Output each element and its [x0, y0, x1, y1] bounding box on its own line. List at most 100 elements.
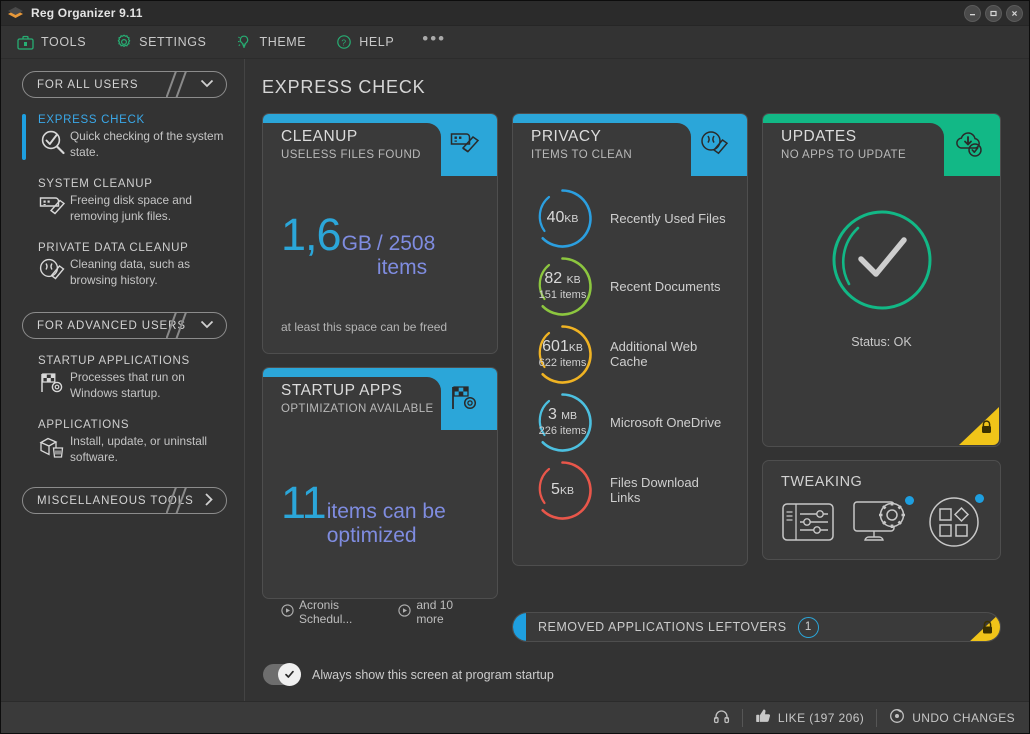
magnifier-check-icon [38, 129, 70, 159]
chevron-down-icon [200, 320, 214, 332]
toolbar-item-help[interactable]: ? HELP [334, 34, 408, 50]
startup-foot-label-1: Acronis Schedul... [299, 598, 353, 626]
sidebar-item-express-check[interactable]: EXPRESS CHECK Quick checking of the syst… [1, 108, 244, 170]
card-privacy[interactable]: PRIVACY ITEMS TO CLEAN 40KB Recently Use… [512, 113, 748, 566]
privacy-row[interactable]: 82 KB 151 items Recent Documents [531, 252, 729, 320]
notification-dot [905, 496, 914, 505]
ring-items: 622 items [538, 356, 587, 369]
column-privacy: PRIVACY ITEMS TO CLEAN 40KB Recently Use… [512, 113, 748, 566]
maximize-button[interactable] [985, 5, 1002, 22]
cloud-download-check-icon [952, 130, 986, 165]
updates-status: Status: OK [851, 335, 912, 349]
startup-toggle[interactable] [263, 663, 301, 686]
undo-label: UNDO CHANGES [912, 710, 1015, 725]
sidebar-group-misc-tools[interactable]: MISCELLANEOUS TOOLS [22, 487, 227, 514]
status-bar: LIKE (197 206) UNDO CHANGES [1, 701, 1029, 733]
privacy-row-label: Recently Used Files [610, 210, 726, 226]
broom-privacy-icon [699, 130, 733, 165]
sidebar-item-desc: Install, update, or uninstall software. [70, 434, 208, 464]
corner-triangle [959, 407, 999, 445]
removed-applications-leftovers-bar[interactable]: REMOVED APPLICATIONS LEFTOVERS 1 [512, 612, 1001, 642]
ring-value: 5KB [551, 480, 574, 498]
toolbar-overflow-button[interactable]: ••• [422, 30, 446, 50]
close-button[interactable] [1006, 5, 1023, 22]
leftovers-label: REMOVED APPLICATIONS LEFTOVERS [538, 620, 787, 634]
svg-text:?: ? [342, 38, 347, 48]
sidebar-item-startup-applications[interactable]: STARTUP APPLICATIONS Processes that run … [1, 349, 244, 411]
privacy-row[interactable]: 601KB 622 items Additional Web Cache [531, 320, 729, 388]
card-updates[interactable]: UPDATES NO APPS TO UPDATE Status: OK [762, 113, 1001, 447]
startup-caption: items can be optimized [326, 500, 446, 547]
privacy-row[interactable]: 40KB Recently Used Files [531, 184, 729, 252]
card-startup-apps[interactable]: STARTUP APPS OPTIMIZATION AVAILABLE 11 i… [262, 367, 498, 626]
card-header-cleanup: CLEANUP USELESS FILES FOUND [263, 114, 497, 176]
ring-indicator: 601KB 622 items [531, 323, 594, 386]
ring-value: 40KB [546, 208, 579, 226]
privacy-row[interactable]: 5KB Files Download Links [531, 456, 729, 524]
minimize-button[interactable] [964, 5, 981, 22]
active-indicator [22, 114, 26, 160]
shapes-circle-icon[interactable] [928, 494, 984, 553]
card-body-cleanup: 1,6 GB / 2508 items at least this space … [263, 176, 497, 348]
play-circle-icon [398, 604, 411, 620]
card-tweaking[interactable]: TWEAKING [762, 460, 1001, 560]
status-separator [741, 708, 743, 727]
sidebar-item-private-data-cleanup[interactable]: PRIVATE DATA CLEANUP Cleaning data, such… [1, 236, 244, 298]
sidebar-item-system-cleanup[interactable]: SYSTEM CLEANUP Freeing disk space and re… [1, 172, 244, 234]
column-cleanup: CLEANUP USELESS FILES FOUND 1,6 GB / 250… [262, 113, 498, 626]
toggle-knob [278, 663, 301, 686]
ring-indicator: 3 MB 226 items [531, 391, 594, 454]
gear-icon [116, 34, 132, 50]
privacy-row[interactable]: 3 MB 226 items Microsoft OneDrive [531, 388, 729, 456]
card-cleanup[interactable]: CLEANUP USELESS FILES FOUND 1,6 GB / 250… [262, 113, 498, 354]
tweaking-title: TWEAKING [781, 474, 863, 490]
chevron-down-icon [200, 79, 214, 91]
column-updates: UPDATES NO APPS TO UPDATE Status: OK TWE… [762, 113, 1001, 560]
flag-gear-icon [38, 370, 70, 400]
sidebar-item-desc: Cleaning data, such as browsing history. [70, 257, 191, 287]
app-logo-icon [7, 5, 24, 22]
lightbulb-icon [236, 34, 252, 50]
card-title: CLEANUP [281, 128, 358, 145]
card-subtitle: OPTIMIZATION AVAILABLE [281, 403, 434, 415]
startup-foot-label-2: and 10 more [416, 598, 454, 626]
main-content: EXPRESS CHECK CLEANUP USELESS FILES FOUN… [245, 59, 1029, 701]
card-body-updates: Status: OK [763, 176, 1000, 371]
sidebar-item-applications[interactable]: APPLICATIONS Install, update, or uninsta… [1, 413, 244, 475]
sidebar-group-for-advanced-users[interactable]: FOR ADVANCED USERS [22, 312, 227, 339]
toolbar-item-settings[interactable]: SETTINGS [114, 34, 220, 50]
toolbar-label-theme: THEME [259, 35, 307, 49]
card-title: UPDATES [781, 128, 857, 145]
sidebar-item-title: PRIVATE DATA CLEANUP [38, 242, 189, 254]
sliders-panel-icon[interactable] [781, 499, 836, 550]
sidebar-item-desc: Quick checking of the system state. [70, 129, 224, 159]
ring-items: 226 items [538, 424, 587, 437]
sidebar-item-title: SYSTEM CLEANUP [38, 178, 153, 190]
sidebar-group-for-all-users[interactable]: FOR ALL USERS [22, 71, 227, 98]
toolbar-item-theme[interactable]: THEME [234, 34, 320, 50]
cleanup-value: 1,6 [281, 209, 342, 260]
monitor-gear-icon[interactable] [852, 496, 914, 552]
toolbar-item-tools[interactable]: TOOLS [15, 35, 100, 50]
like-button[interactable]: LIKE (197 206) [755, 708, 864, 727]
sidebar-item-desc: Freeing disk space and removing junk fil… [70, 193, 192, 223]
startup-foot: Acronis Schedul... and 10 more [281, 598, 479, 626]
card-title: STARTUP APPS [281, 382, 403, 399]
sidebar-item-title: STARTUP APPLICATIONS [38, 355, 190, 367]
ring-value: 82 KB [544, 269, 581, 287]
slash-decoration [166, 488, 192, 513]
ring-value: 601KB [542, 337, 583, 355]
updates-lock-corner[interactable] [959, 407, 999, 445]
startup-toggle-row[interactable]: Always show this screen at program start… [262, 663, 1013, 686]
card-subtitle: ITEMS TO CLEAN [531, 149, 633, 161]
startup-foot-item-1[interactable]: Acronis Schedul... [281, 598, 389, 626]
tweaking-icons [763, 490, 1000, 569]
lock-icon [980, 420, 993, 439]
undo-changes-button[interactable]: UNDO CHANGES [889, 708, 1015, 727]
chevron-right-icon [204, 492, 214, 509]
support-button[interactable] [713, 708, 730, 728]
notification-dot [975, 494, 984, 503]
startup-foot-item-2[interactable]: and 10 more [398, 598, 479, 626]
cleanup-note: at least this space can be freed [281, 320, 448, 334]
card-subtitle: USELESS FILES FOUND [281, 149, 421, 161]
